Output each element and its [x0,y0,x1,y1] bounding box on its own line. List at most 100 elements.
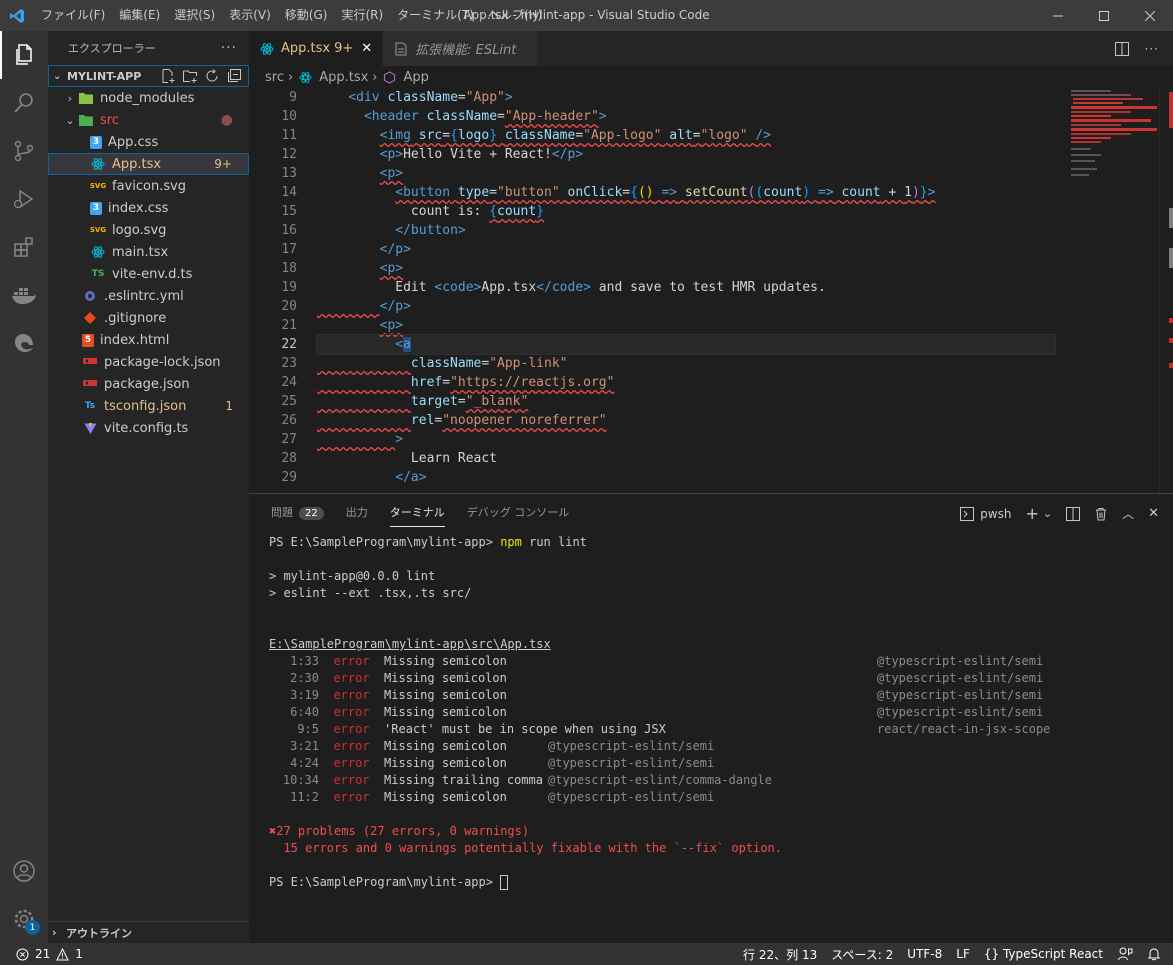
tree-item-label: .gitignore [104,310,167,326]
source-control-icon[interactable] [0,127,48,175]
menu-help[interactable]: ヘルプ(H) [481,0,549,31]
tab-label: App.tsx [281,41,331,56]
terminal-output[interactable]: PS E:\SampleProgram\mylint-app> npm run … [269,534,1163,891]
encoding[interactable]: UTF-8 [907,947,942,961]
activity-bar: 1 [0,31,48,943]
tree-item-tsconfig[interactable]: Ts tsconfig.json 1 [48,395,249,417]
command: npm [500,535,522,549]
tree-item-index-html[interactable]: 5 index.html [48,329,249,351]
split-editor-icon[interactable] [1114,41,1129,56]
sidebar-title: エクスプローラー [68,42,156,55]
braces-icon: {} [983,947,1000,961]
project-section-header[interactable]: ⌄ MYLINT-APP [48,65,249,87]
search-icon[interactable] [0,79,48,127]
tree-item-vite-config[interactable]: vite.config.ts [48,417,249,439]
close-window-button[interactable] [1127,0,1173,31]
line-number: 12 [281,147,297,162]
new-file-icon[interactable] [160,68,176,84]
more-actions-icon[interactable]: ··· [221,40,237,56]
more-actions-icon[interactable]: ··· [1145,42,1159,56]
tab-terminal[interactable]: ターミナル [389,504,445,527]
svg-file-icon: SVG [89,182,107,190]
line-number: 15 [281,204,297,219]
breadcrumb-item[interactable]: App [403,70,428,85]
menu-view[interactable]: 表示(V) [222,0,278,31]
tree-item-label: index.css [108,200,169,216]
tree-item-eslintrc[interactable]: .eslintrc.yml [48,285,249,307]
panel-actions: pwsh + ⌄ ︿ ✕ [960,504,1159,523]
code-line: <header className="App-header"> [363,109,607,124]
new-folder-icon[interactable] [182,68,198,84]
lint-file-path[interactable]: E:\SampleProgram\mylint-app\src\App.tsx [269,636,1163,653]
tab-app-tsx[interactable]: App.tsx 9+ ✕ [249,31,384,66]
outline-section[interactable]: › アウトライン [48,921,249,943]
menu-run[interactable]: 実行(R) [334,0,390,31]
menu-terminal[interactable]: ターミナル(T) [390,0,481,31]
tree-item-index-css[interactable]: 3 index.css [48,197,249,219]
tree-item-package-lock[interactable]: package-lock.json [48,351,249,373]
tree-item-main-tsx[interactable]: main.tsx [48,241,249,263]
eslint-file-icon [82,288,98,304]
language-mode[interactable]: {} TypeScript React [984,947,1103,961]
edge-icon[interactable] [0,319,48,367]
notifications-bell-icon[interactable] [1147,947,1161,961]
accounts-icon[interactable] [0,847,48,895]
tree-item-package-json[interactable]: package.json [48,373,249,395]
problems-status[interactable]: 21 1 [0,947,83,961]
css-file-icon: 3 [90,201,102,215]
end-of-line[interactable]: LF [956,947,970,961]
code-editor[interactable]: 9 10 11 12 13 14 15 16 17 18 19 20 21 22… [249,88,1173,493]
tree-item-favicon-svg[interactable]: SVG favicon.svg [48,175,249,197]
code-line: <p>Hello Vite + React!</p> [379,147,584,162]
menu-edit[interactable]: 編集(E) [112,0,167,31]
git-file-icon [82,310,98,326]
maximize-panel-icon[interactable]: ︿ [1122,505,1134,522]
new-terminal-icon[interactable]: + [1025,504,1038,523]
chevron-down-icon[interactable]: ⌄ [1043,507,1052,520]
tree-item-vite-env[interactable]: TS vite-env.d.ts [48,263,249,285]
tab-problems[interactable]: 問題 22 [271,504,324,520]
menu-selection[interactable]: 選択(S) [167,0,222,31]
status-right: 行 22、列 13 スペース: 2 UTF-8 LF {} TypeScript… [743,946,1173,963]
tree-item-app-tsx[interactable]: App.tsx 9+ [48,153,249,175]
refresh-icon[interactable] [204,68,220,84]
run-debug-icon[interactable] [0,175,48,223]
menu-go[interactable]: 移動(G) [278,0,335,31]
tree-item-app-css[interactable]: 3 App.css [48,131,249,153]
minimap[interactable] [1063,88,1159,493]
tab-eslint-extension[interactable]: 拡張機能: ESLint [383,31,539,66]
tree-item-node-modules[interactable]: › node_modules [48,87,249,109]
tree-item-logo-svg[interactable]: SVG logo.svg [48,219,249,241]
tree-item-label: App.tsx [112,156,162,172]
code-line: </p> [379,242,411,257]
split-terminal-icon[interactable] [1066,506,1081,521]
menu-file[interactable]: ファイル(F) [34,0,112,31]
explorer-icon[interactable] [0,31,48,79]
terminal-shell-selector[interactable]: pwsh [960,506,1012,521]
chevron-down-icon: ⌄ [65,113,75,127]
tree-item-src[interactable]: ⌄ src ● [48,109,249,131]
breadcrumb-item[interactable]: App.tsx [319,70,368,85]
feedback-icon[interactable] [1117,946,1133,962]
maximize-button[interactable] [1081,0,1127,31]
tab-debug-console[interactable]: デバッグ コンソール [467,504,570,520]
tab-output[interactable]: 出力 [346,504,368,520]
language-label: TypeScript React [1002,947,1103,961]
tree-item-gitignore[interactable]: .gitignore [48,307,249,329]
shell-name: pwsh [980,506,1012,521]
minimize-button[interactable] [1035,0,1081,31]
extensions-icon[interactable] [0,223,48,271]
trash-icon[interactable] [1094,507,1108,521]
settings-gear-icon[interactable]: 1 [0,895,48,943]
lint-error-row: 2:30 error Missing semicolon @typescript-… [290,671,1044,685]
collapse-all-icon[interactable] [226,68,242,84]
breadcrumb-item[interactable]: src [265,70,284,85]
editor-scrollbar[interactable] [1159,88,1173,493]
close-panel-icon[interactable]: ✕ [1148,506,1159,521]
line-number: 27 [281,432,297,447]
indentation[interactable]: スペース: 2 [831,946,893,963]
window-controls [1035,0,1173,31]
docker-icon[interactable] [0,271,48,319]
close-tab-icon[interactable]: ✕ [361,41,372,56]
cursor-position[interactable]: 行 22、列 13 [743,946,817,963]
